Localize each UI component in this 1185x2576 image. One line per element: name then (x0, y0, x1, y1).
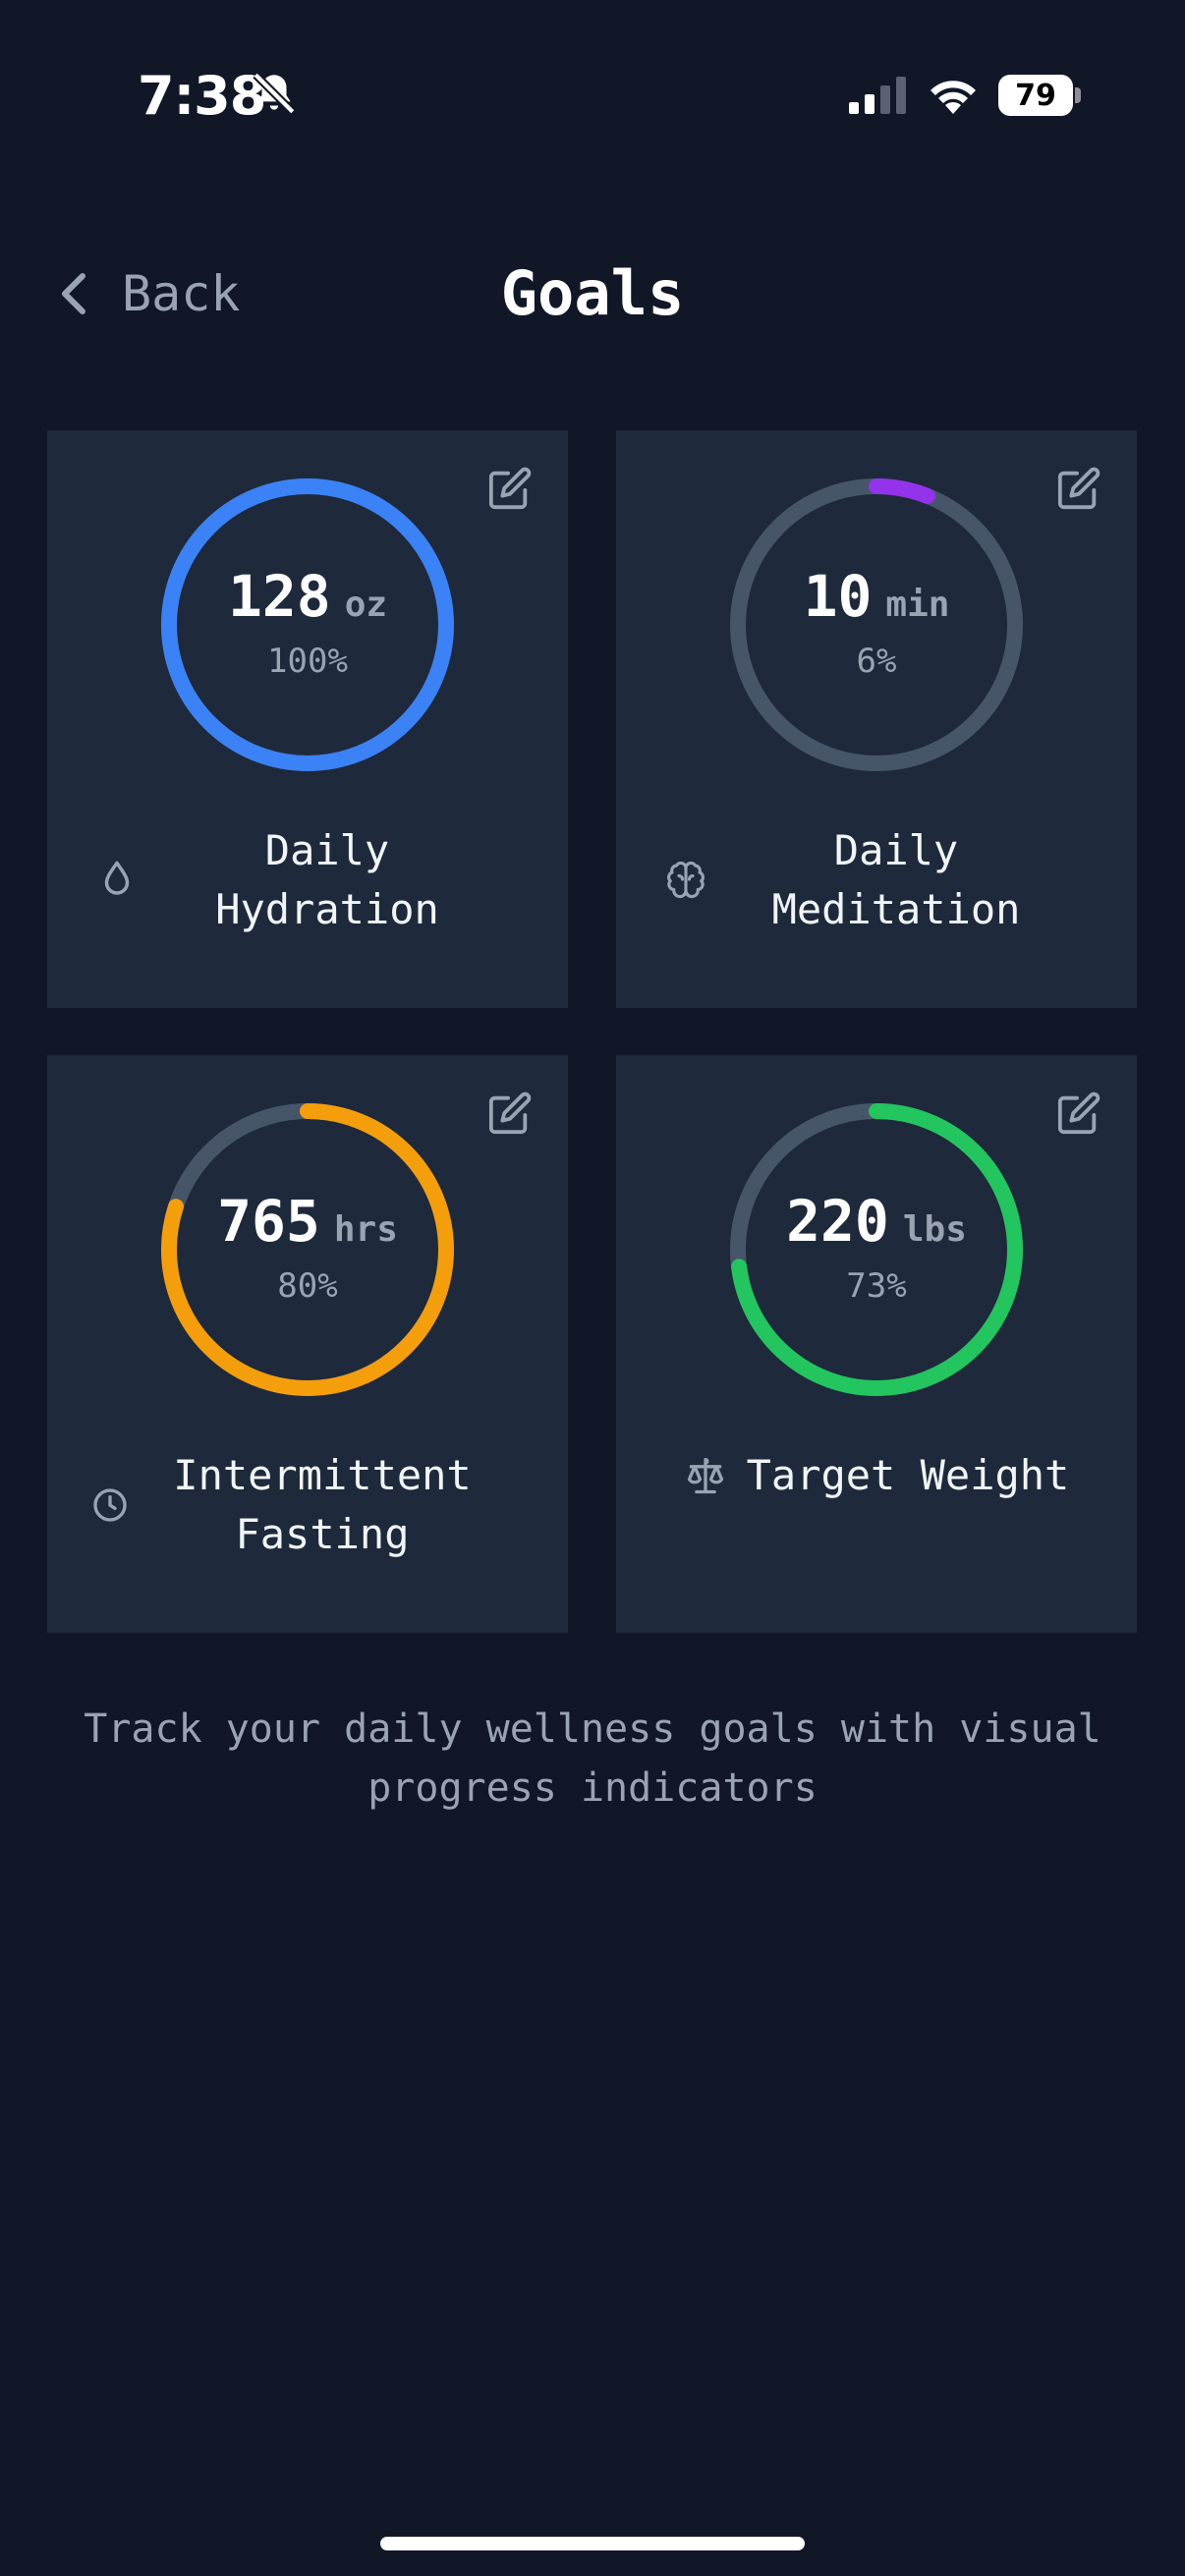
scale-icon (687, 1457, 723, 1494)
goal-value: 128 (227, 563, 331, 630)
ring-center: 765 hrs 80% (160, 1102, 455, 1397)
home-indicator[interactable] (380, 2537, 805, 2550)
goal-value: 220 (786, 1188, 889, 1255)
goal-label: Daily Hydration (215, 826, 439, 933)
goal-value: 10 (803, 563, 873, 630)
page-title: Goals (500, 257, 685, 329)
goal-card-weight[interactable]: 220 lbs 73% Target Weight (616, 1055, 1137, 1633)
goal-unit: lbs (902, 1209, 967, 1250)
goal-label: Target Weight (746, 1451, 1070, 1499)
goal-percent: 100% (267, 642, 348, 681)
battery-cap (1075, 87, 1081, 103)
status-bar: 7:38 79 (0, 0, 1185, 196)
goal-percent: 6% (856, 642, 897, 681)
goal-card-meditation[interactable]: 10 min 6% Daily Meditation (616, 430, 1137, 1008)
goal-percent: 80% (277, 1266, 338, 1306)
battery-indicator: 79 (998, 75, 1073, 116)
header: Back Goals (0, 236, 1185, 354)
footer-description: Track your daily wellness goals with vis… (84, 1707, 1101, 1811)
ring-center: 128 oz 100% (160, 477, 455, 772)
goal-unit: min (885, 585, 950, 625)
wifi-icon (931, 81, 976, 114)
ring-center: 10 min 6% (729, 477, 1024, 772)
edit-icon[interactable] (1056, 466, 1101, 511)
ring-center: 220 lbs 73% (729, 1102, 1024, 1397)
edit-icon[interactable] (487, 466, 533, 511)
goal-card-hydration[interactable]: 128 oz 100% Daily Hydration (47, 430, 568, 1008)
goal-label: Intermittent Fasting (173, 1451, 472, 1558)
goal-card-fasting[interactable]: 765 hrs 80% Intermittent Fasting (47, 1055, 568, 1633)
goal-unit: oz (344, 585, 388, 625)
goal-label: Daily Meditation (771, 826, 1021, 933)
cellular-signal-icon (849, 77, 906, 114)
edit-icon[interactable] (1056, 1091, 1101, 1136)
status-time: 7:38 (138, 65, 266, 127)
edit-icon[interactable] (487, 1091, 533, 1136)
goal-percent: 73% (846, 1266, 907, 1306)
goal-value: 765 (217, 1188, 320, 1255)
goal-unit: hrs (333, 1209, 398, 1250)
bell-off-icon (253, 72, 296, 115)
